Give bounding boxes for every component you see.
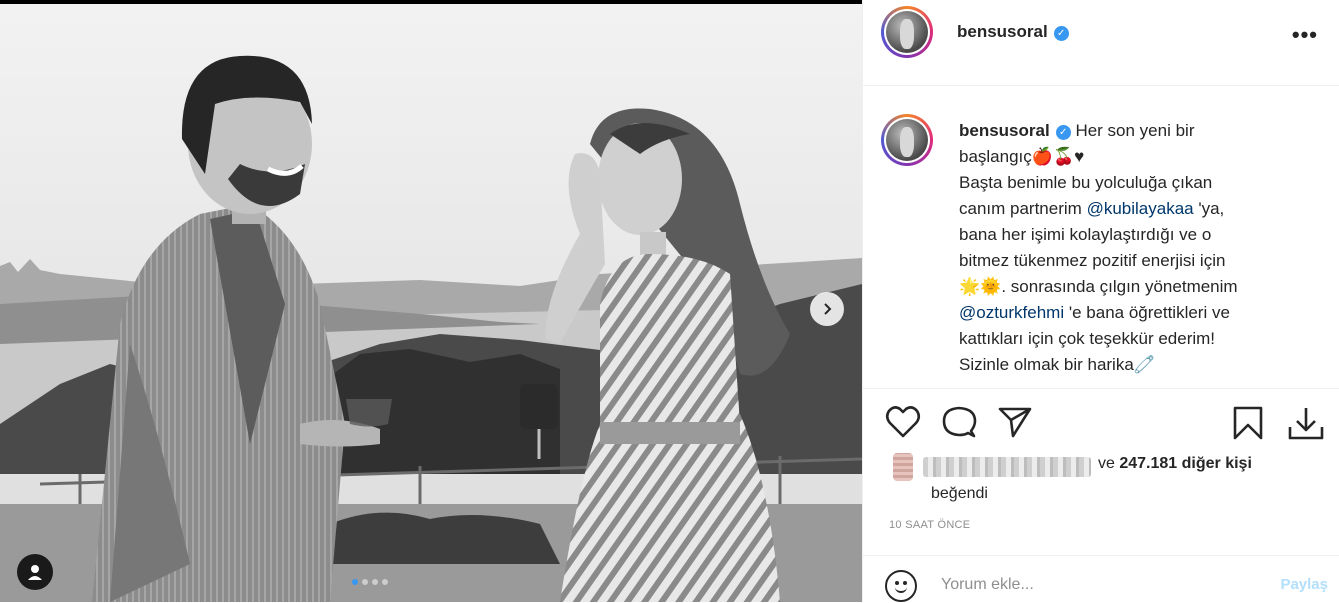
verified-badge-icon: ✓ bbox=[1055, 125, 1071, 140]
likes-count[interactable]: 247.181 diğer kişi bbox=[1119, 455, 1252, 472]
liker-name-blurred[interactable] bbox=[923, 457, 1091, 477]
liker-avatar[interactable] bbox=[893, 453, 913, 481]
liked-label: beğendi bbox=[931, 485, 988, 502]
download-button[interactable] bbox=[1287, 405, 1325, 446]
carousel-dot bbox=[382, 579, 388, 585]
caption-area: bensusoral ✓ Her son yeni bir başlangıç🍎🍒… bbox=[863, 86, 1339, 388]
caption-username[interactable]: bensusoral bbox=[959, 121, 1050, 140]
caption-line-1: Her son yeni bir bbox=[1075, 121, 1195, 140]
like-button[interactable] bbox=[885, 405, 921, 444]
pin-emoji: 🧷 bbox=[1133, 355, 1155, 374]
likes-text: ve 247.181 diğer kişi bbox=[1098, 455, 1252, 473]
caption-line-4: canım partnerim bbox=[959, 199, 1082, 218]
user-tag-button[interactable] bbox=[17, 554, 53, 590]
user-tag-icon bbox=[28, 565, 42, 580]
photo-image bbox=[0, 4, 862, 602]
carousel-dot bbox=[362, 579, 368, 585]
post-caption: bensusoral ✓ Her son yeni bir başlangıç🍎🍒… bbox=[959, 118, 1329, 378]
comment-input[interactable] bbox=[941, 572, 1241, 598]
caption-line-7: bitmez tükenmez pozitif enerjisi için bbox=[959, 251, 1226, 270]
caption-line-5: 'ya, bbox=[1198, 199, 1225, 218]
caption-line-3: Başta benimle bu yolculuğa çıkan bbox=[959, 173, 1213, 192]
caption-avatar[interactable] bbox=[881, 114, 933, 166]
avatar-image bbox=[886, 11, 928, 53]
likes-prefix: ve bbox=[1098, 455, 1115, 472]
emoji-icon[interactable] bbox=[885, 570, 917, 602]
carousel-dot bbox=[352, 579, 358, 585]
avatar-image bbox=[886, 119, 928, 161]
post-header: bensusoral ✓ ••• bbox=[863, 0, 1339, 86]
paper-plane-icon bbox=[998, 407, 1032, 438]
header-username[interactable]: bensusoral bbox=[957, 22, 1048, 41]
mention-ozturkfehmi[interactable]: @ozturkfehmi bbox=[959, 303, 1064, 322]
heart-icon bbox=[885, 406, 921, 438]
caption-line-6: bana her işimi kolaylaştırdığı ve o bbox=[959, 225, 1212, 244]
caption-line-2: başlangıç bbox=[959, 147, 1032, 166]
next-photo-button[interactable] bbox=[810, 292, 844, 326]
verified-badge-icon: ✓ bbox=[1053, 26, 1069, 41]
post-actions: ve 247.181 diğer kişi beğendi 10 SAAT ÖN… bbox=[863, 388, 1339, 602]
caption-line-11: Sizinle olmak bir harika bbox=[959, 355, 1134, 374]
sun-star-emoji: 🌟🌞 bbox=[959, 277, 1002, 296]
carousel-dot bbox=[372, 579, 378, 585]
comment-icon bbox=[942, 406, 977, 438]
header-username-link[interactable]: bensusoral ✓ bbox=[957, 22, 1069, 42]
save-button[interactable] bbox=[1231, 405, 1265, 446]
fruit-heart-emoji: 🍎🍒♥ bbox=[1031, 147, 1085, 166]
comment-button[interactable] bbox=[941, 405, 977, 444]
download-icon bbox=[1288, 408, 1324, 440]
chevron-right-icon bbox=[824, 303, 832, 315]
post-side-panel: bensusoral ✓ ••• bensusoral ✓ Her son yeni… bbox=[862, 0, 1339, 602]
mention-kubilayakaa[interactable]: @kubilayakaa bbox=[1087, 199, 1194, 218]
avatar[interactable] bbox=[881, 6, 933, 58]
caption-line-8: . sonrasında çılgın yönetmenim bbox=[1001, 277, 1238, 296]
post-timestamp[interactable]: 10 SAAT ÖNCE bbox=[889, 519, 970, 531]
post-photo[interactable] bbox=[0, 4, 862, 602]
bookmark-icon bbox=[1233, 406, 1263, 440]
comment-bar: Paylaş bbox=[863, 555, 1339, 603]
post-comment-button[interactable]: Paylaş bbox=[1280, 576, 1328, 593]
caption-line-9: 'e bana öğrettikleri ve bbox=[1068, 303, 1230, 322]
instagram-post-view: bensusoral ✓ ••• bensusoral ✓ Her son yeni… bbox=[0, 0, 1339, 602]
more-options-button[interactable]: ••• bbox=[1292, 22, 1318, 48]
share-button[interactable] bbox=[997, 405, 1033, 444]
caption-line-10: kattıkları için çok teşekkür ederim! bbox=[959, 329, 1216, 348]
carousel-indicator bbox=[352, 579, 388, 585]
